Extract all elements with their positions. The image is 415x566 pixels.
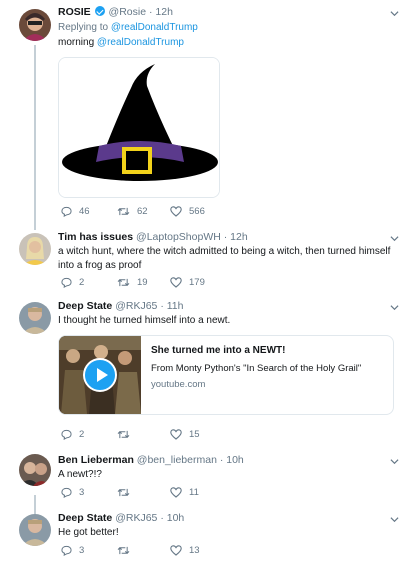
separator-dot: · bbox=[219, 454, 224, 466]
avatar[interactable] bbox=[19, 9, 51, 41]
tweet[interactable]: Deep State @RKJ65 · 11h I thought he tur… bbox=[0, 294, 415, 446]
reply-count: 46 bbox=[79, 206, 90, 217]
handle[interactable]: @RKJ65 bbox=[115, 512, 157, 524]
separator-dot: · bbox=[223, 231, 228, 243]
separator-dot: · bbox=[160, 512, 164, 524]
link-card[interactable]: She turned me into a NEWT! From Monty Py… bbox=[58, 335, 394, 415]
chevron-down-icon[interactable] bbox=[390, 515, 399, 524]
reply-button[interactable]: 3 bbox=[61, 545, 117, 556]
like-icon bbox=[170, 277, 182, 288]
reply-count: 2 bbox=[79, 429, 85, 440]
reply-count: 3 bbox=[79, 545, 85, 556]
card-title: She turned me into a NEWT! bbox=[151, 345, 286, 356]
reply-button[interactable]: 3 bbox=[61, 487, 117, 498]
timestamp[interactable]: 10h bbox=[167, 512, 185, 524]
avatar[interactable] bbox=[19, 233, 51, 265]
retweet-button[interactable] bbox=[117, 487, 170, 498]
retweet-icon bbox=[117, 207, 130, 216]
like-button[interactable]: 566 bbox=[170, 206, 205, 217]
retweet-icon bbox=[117, 278, 130, 287]
replying-to-mention[interactable]: @realDonaldTrump bbox=[111, 22, 198, 33]
timestamp[interactable]: 12h bbox=[230, 231, 248, 243]
card-thumbnail bbox=[59, 336, 141, 414]
reply-button[interactable]: 2 bbox=[61, 277, 117, 288]
like-icon bbox=[170, 429, 182, 440]
timestamp[interactable]: 10h bbox=[226, 454, 244, 466]
reply-icon bbox=[61, 545, 72, 556]
tweet[interactable]: ROSIE @Rosie · 12h Replying to @realDona… bbox=[0, 0, 415, 228]
display-name[interactable]: Deep State bbox=[58, 512, 112, 524]
handle[interactable]: @LaptopShopWH bbox=[136, 231, 221, 243]
display-name[interactable]: Ben Lieberman bbox=[58, 454, 134, 466]
like-button[interactable]: 15 bbox=[170, 429, 200, 440]
avatar[interactable] bbox=[19, 514, 51, 546]
media-image-witch-hat[interactable] bbox=[58, 57, 220, 198]
retweet-button[interactable] bbox=[117, 545, 170, 556]
retweet-count: 62 bbox=[137, 206, 148, 217]
display-name[interactable]: Deep State bbox=[58, 300, 112, 312]
tweet[interactable]: Tim has issues @LaptopShopWH · 12h a wit… bbox=[0, 228, 415, 294]
like-count: 11 bbox=[189, 487, 199, 498]
reply-icon bbox=[61, 429, 72, 440]
retweet-icon bbox=[117, 546, 130, 555]
card-description: From Monty Python's "In Search of the Ho… bbox=[151, 363, 362, 374]
like-count: 179 bbox=[189, 277, 205, 288]
like-count: 13 bbox=[189, 545, 200, 556]
separator-dot: · bbox=[160, 300, 164, 312]
retweet-icon bbox=[117, 488, 130, 497]
retweet-count: 19 bbox=[137, 277, 148, 288]
reply-icon bbox=[61, 206, 72, 217]
card-domain: youtube.com bbox=[151, 379, 206, 390]
chevron-down-icon[interactable] bbox=[390, 9, 399, 18]
retweet-button[interactable]: 19 bbox=[117, 277, 170, 288]
like-icon bbox=[170, 545, 182, 556]
like-count: 15 bbox=[189, 429, 200, 440]
like-count: 566 bbox=[189, 206, 205, 217]
chevron-down-icon[interactable] bbox=[390, 303, 399, 312]
avatar[interactable] bbox=[19, 302, 51, 334]
retweet-icon bbox=[117, 430, 130, 439]
tweet-text: He got better! bbox=[58, 527, 119, 538]
tweet-text: I thought he turned himself into a newt. bbox=[58, 315, 231, 326]
reply-icon bbox=[61, 277, 72, 288]
reply-count: 3 bbox=[79, 487, 85, 498]
avatar[interactable] bbox=[19, 454, 51, 486]
retweet-button[interactable]: 62 bbox=[117, 206, 170, 217]
replying-to-label: Replying to bbox=[58, 22, 109, 33]
display-name[interactable]: Tim has issues bbox=[58, 231, 133, 243]
reply-icon bbox=[61, 487, 72, 498]
separator-dot: · bbox=[148, 6, 153, 18]
timestamp[interactable]: 12h bbox=[155, 6, 173, 18]
verified-icon bbox=[94, 6, 105, 16]
timestamp[interactable]: 11h bbox=[167, 300, 184, 312]
reply-button[interactable]: 46 bbox=[61, 206, 117, 217]
mention-link[interactable]: @realDonaldTrump bbox=[97, 37, 184, 48]
like-button[interactable]: 179 bbox=[170, 277, 205, 288]
like-button[interactable]: 13 bbox=[170, 545, 200, 556]
chevron-down-icon[interactable] bbox=[390, 457, 399, 466]
like-button[interactable]: 11 bbox=[170, 487, 199, 498]
tweet-text: A newt?!? bbox=[58, 469, 102, 480]
like-icon bbox=[170, 487, 182, 498]
handle[interactable]: @Rosie bbox=[109, 6, 147, 18]
handle[interactable]: @ben_lieberman bbox=[137, 454, 217, 466]
display-name[interactable]: ROSIE bbox=[58, 6, 91, 18]
handle[interactable]: @RKJ65 bbox=[115, 300, 157, 312]
like-icon bbox=[170, 206, 182, 217]
reply-count: 2 bbox=[79, 277, 85, 288]
reply-button[interactable]: 2 bbox=[61, 429, 117, 440]
tweet-text: a witch hunt, where the witch admitted t… bbox=[58, 246, 391, 271]
tweet[interactable]: Deep State @RKJ65 · 10h He got better! 3… bbox=[0, 506, 415, 566]
tweet[interactable]: Ben Lieberman @ben_lieberman · 10h A new… bbox=[0, 446, 415, 506]
retweet-button[interactable] bbox=[117, 429, 170, 440]
chevron-down-icon[interactable] bbox=[390, 234, 399, 243]
play-icon[interactable] bbox=[83, 358, 117, 392]
tweet-text: morning bbox=[58, 37, 95, 48]
